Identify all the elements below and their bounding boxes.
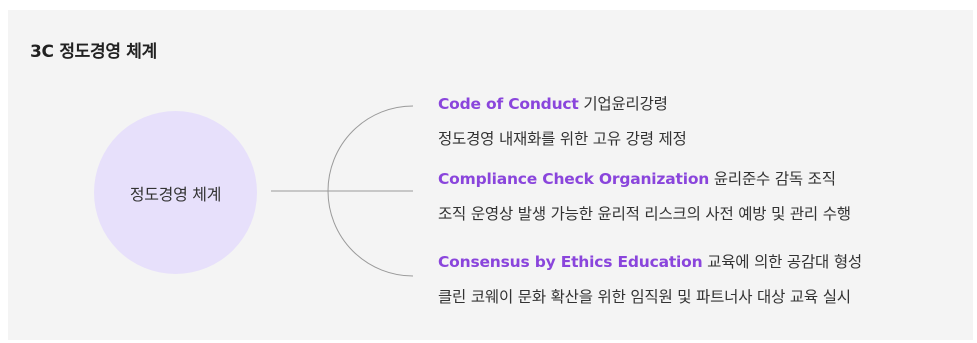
item-description: 클린 코웨이 문화 확산을 위한 임직원 및 파트너사 대상 교육 실시 (438, 288, 851, 306)
center-label: 정도경영 체계 (129, 184, 222, 204)
item-en-title: Compliance Check Organization (438, 170, 710, 188)
item-ko-title: 기업윤리강령 (583, 95, 668, 113)
item-code-of-conduct: Code of Conduct 기업윤리강령 정도경영 내재화를 위한 고유 강… (438, 92, 687, 149)
item-description: 조직 운영상 발생 가능한 윤리적 리스크의 사전 예방 및 관리 수행 (438, 205, 851, 223)
item-ko-title: 교육에 의한 공감대 형성 (707, 253, 862, 271)
item-heading: Code of Conduct 기업윤리강령 (438, 92, 687, 114)
item-description: 정도경영 내재화를 위한 고유 강령 제정 (438, 130, 687, 148)
item-consensus-education: Consensus by Ethics Education 교육에 의한 공감대… (438, 250, 862, 307)
center-circle: 정도경영 체계 (94, 111, 257, 274)
content-panel: 3C 정도경영 체계 정도경영 체계 Code of Conduct 기업윤리강… (8, 10, 973, 340)
item-compliance-check: Compliance Check Organization 윤리준수 감독 조직… (438, 167, 851, 224)
item-en-title: Consensus by Ethics Education (438, 253, 703, 271)
item-ko-title: 윤리준수 감독 조직 (713, 170, 836, 188)
item-heading: Consensus by Ethics Education 교육에 의한 공감대… (438, 250, 862, 272)
item-heading: Compliance Check Organization 윤리준수 감독 조직 (438, 167, 851, 189)
item-en-title: Code of Conduct (438, 95, 579, 113)
